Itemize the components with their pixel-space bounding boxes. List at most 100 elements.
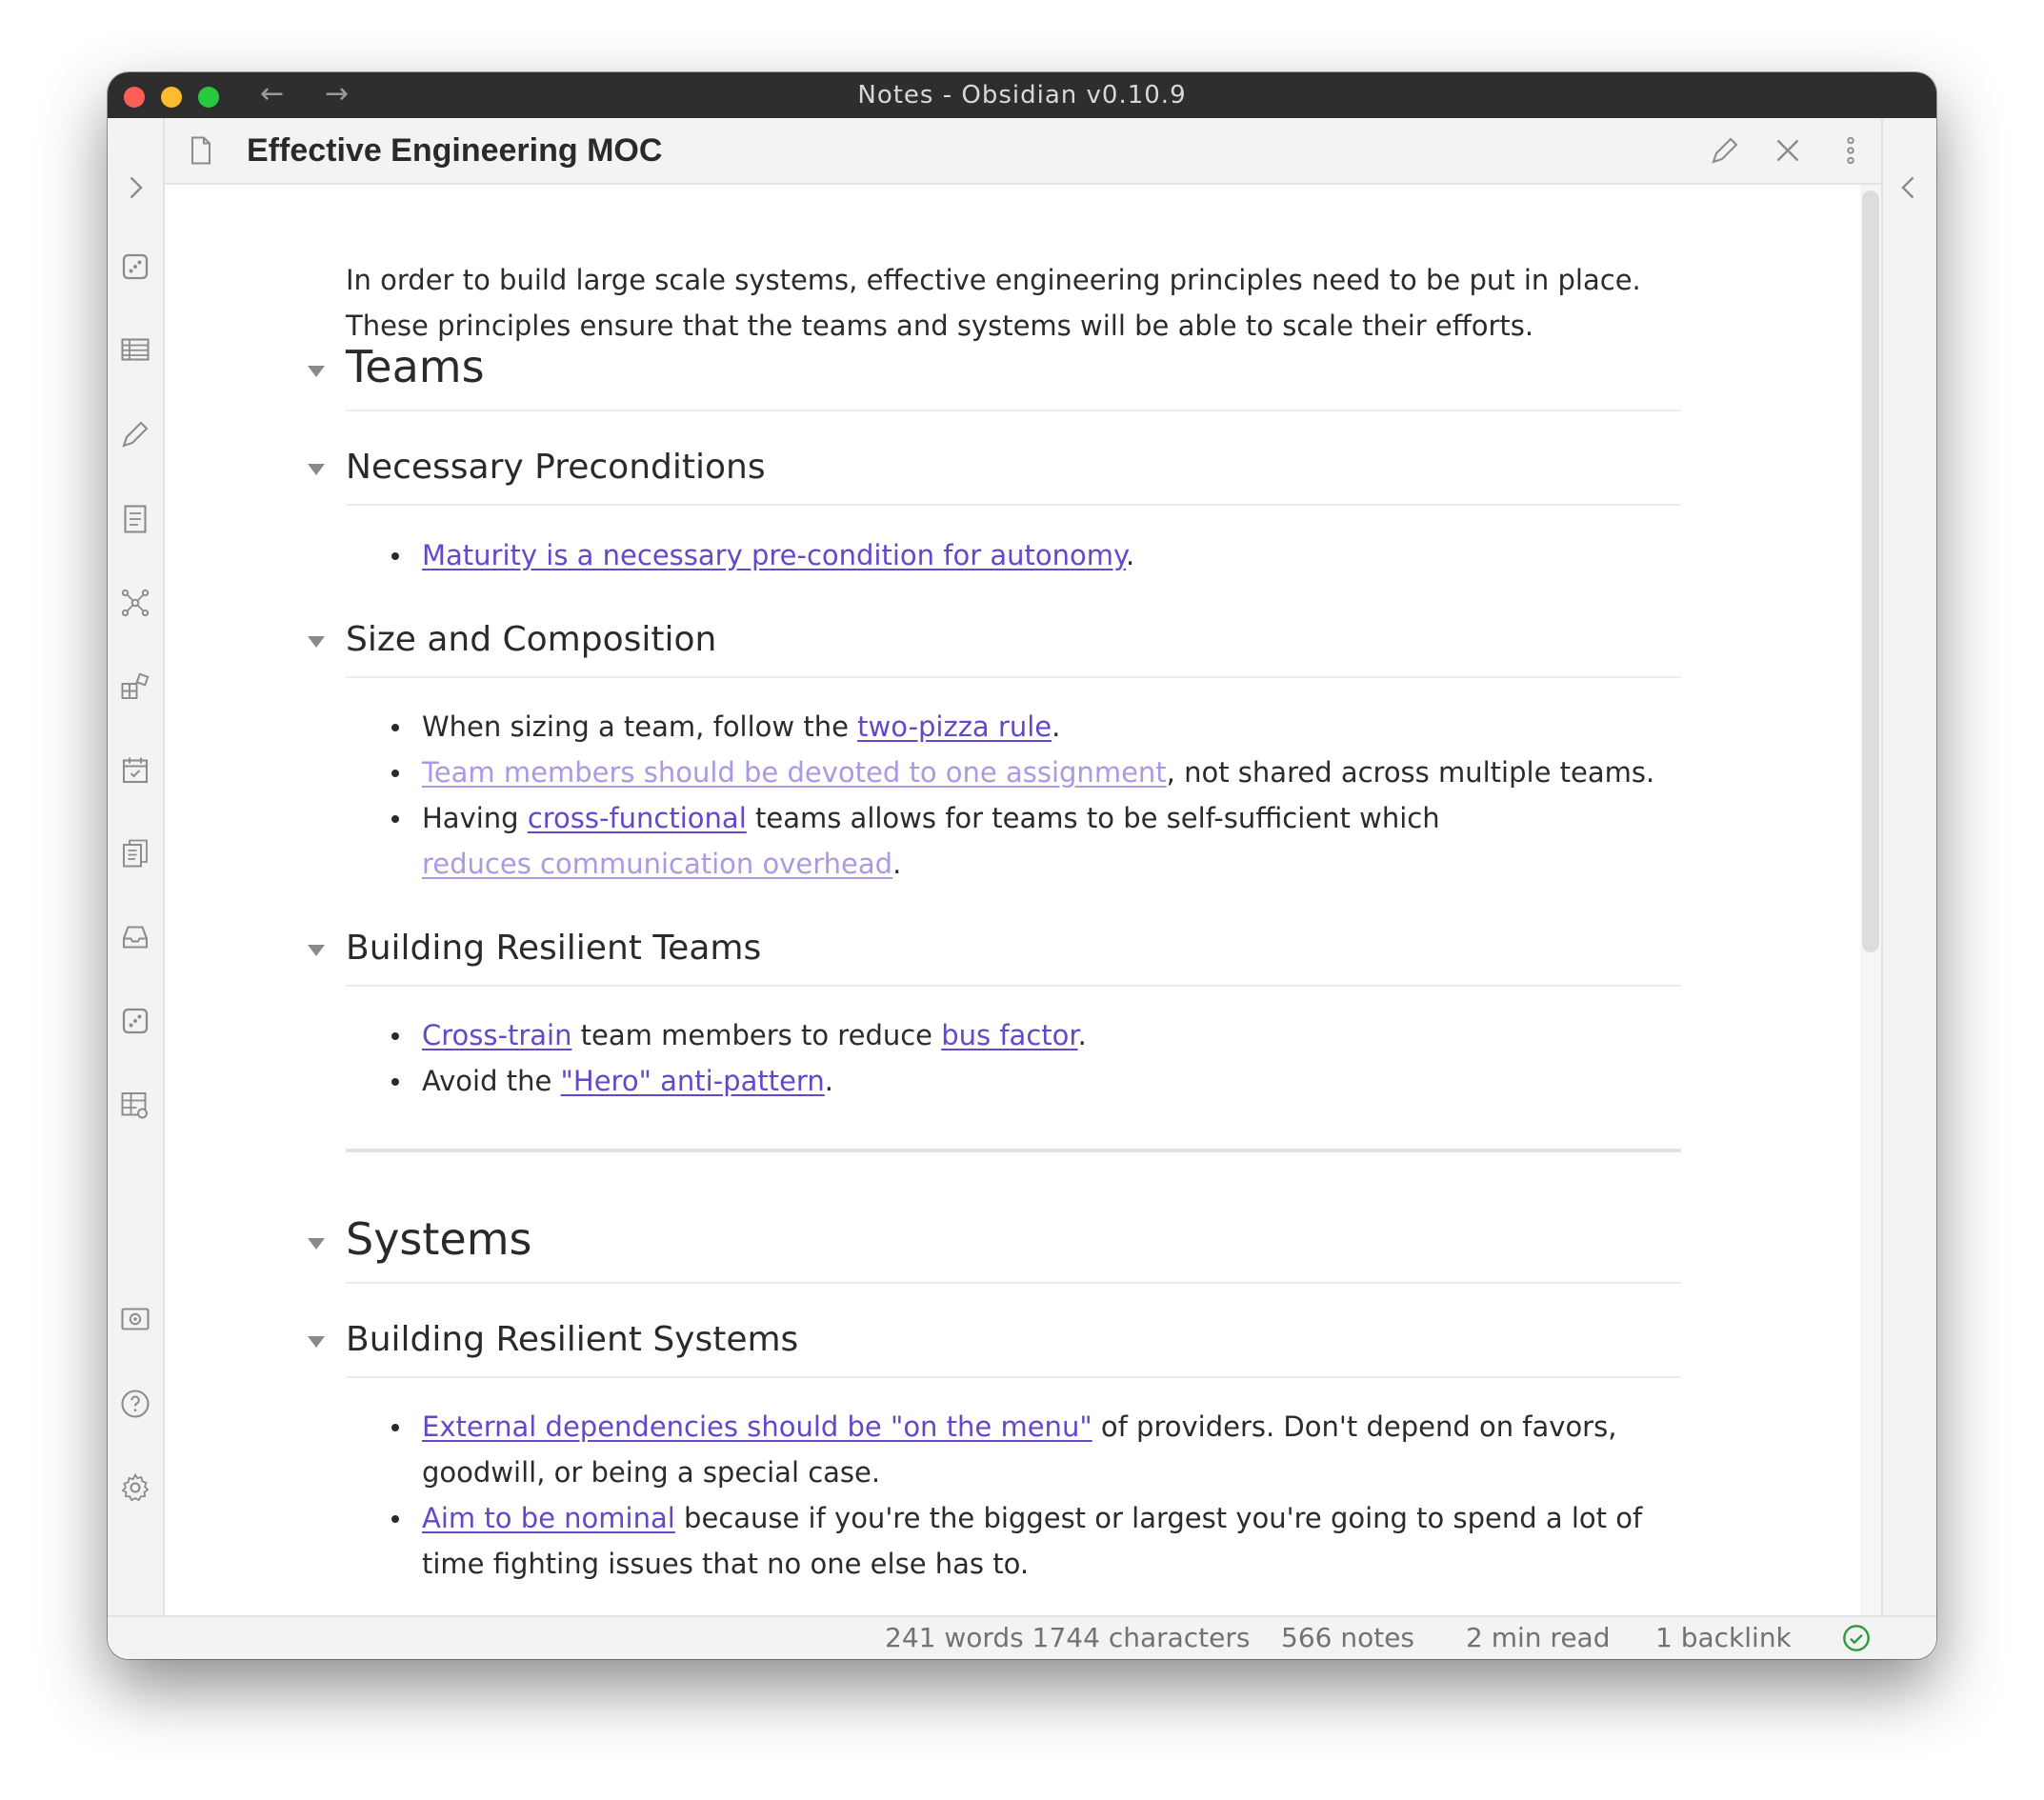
plugins-button[interactable] [115,667,155,707]
close-pane-button[interactable] [1767,130,1809,171]
text: , not shared across multiple teams. [1166,756,1655,789]
backlink-count[interactable]: 1 backlink [1655,1617,1792,1659]
templates-button[interactable] [115,833,155,873]
fold-toggle-icon[interactable] [308,464,325,475]
open-vault-button[interactable] [115,1299,155,1339]
random-note-button[interactable] [115,247,155,287]
table-settings-icon [121,1092,148,1119]
outline-button[interactable] [115,499,155,539]
list-item: Team members should be devoted to one as… [346,750,1681,795]
table-button[interactable] [115,330,155,370]
more-options-button[interactable] [1830,130,1872,171]
heading-size-text: Size and Composition [346,620,717,659]
left-ribbon [108,118,165,1659]
heading-resilient-systems-text: Building Resilient Systems [346,1320,799,1359]
text: Avoid the [422,1065,561,1097]
archive-button[interactable] [115,917,155,957]
fold-toggle-icon[interactable] [308,366,325,377]
window-title: Notes - Obsidian v0.10.9 [857,81,1187,110]
link-bus-factor[interactable]: bus factor [941,1019,1077,1051]
text: When sizing a team, follow the [422,710,858,743]
word-count: 241 words 1744 characters [885,1622,1251,1653]
intro-line-1: In order to build large scale systems, e… [346,264,1641,296]
list-item: When sizing a team, follow the two-pizza… [346,704,1681,750]
link-cross-functional[interactable]: cross-functional [528,802,747,834]
pane-header: Effective Engineering MOC [165,118,1881,185]
fold-toggle-icon[interactable] [308,945,325,956]
calendar-check-icon [122,757,149,784]
preconditions-list: Maturity is a necessary pre-condition fo… [346,532,1681,578]
file-icon [180,130,222,171]
size-composition-list: When sizing a team, follow the two-pizza… [346,704,1681,887]
link-maturity[interactable]: Maturity is a necessary pre-condition fo… [422,539,1126,571]
dice-icon [122,253,149,280]
resilient-teams-list: Cross-train team members to reduce bus f… [346,1012,1681,1104]
graph-view-button[interactable] [115,583,155,623]
scrollbar-thumb[interactable] [1862,190,1879,952]
link-team-members-devoted[interactable]: Team members should be devoted to one as… [422,756,1167,789]
vault-icon [121,1308,150,1330]
link-reduces-communication-overhead[interactable]: reduces communication overhead [422,848,892,880]
dice-icon [122,1008,149,1034]
expand-sidebar-button[interactable] [115,168,155,208]
heading-resilient-teams: Building Resilient Teams [308,922,1681,987]
more-vertical-icon [1847,136,1854,165]
fold-toggle-icon[interactable] [308,1336,325,1348]
edit-button[interactable] [115,414,155,454]
heading-systems: Systems [308,1206,1681,1284]
gear-icon [121,1472,150,1502]
title-bar: ← → Notes - Obsidian v0.10.9 [108,72,1936,118]
heading-preconditions: Necessary Preconditions [308,441,1681,506]
scrollbar[interactable] [1860,185,1881,1617]
heading-preconditions-text: Necessary Preconditions [346,448,766,487]
heading-resilient-teams-text: Building Resilient Teams [346,929,762,968]
list-item: Having cross-functional teams allows for… [346,795,1527,887]
text: Having [422,802,528,834]
help-icon [121,1390,150,1418]
fold-toggle-icon[interactable] [308,1238,325,1250]
note-title: Effective Engineering MOC [247,132,663,169]
check-circle-icon[interactable] [1841,1623,1872,1653]
link-cross-train[interactable]: Cross-train [422,1019,571,1051]
heading-teams: Teams [308,333,1681,411]
chevron-right-icon [130,176,143,199]
obsidian-window: ← → Notes - Obsidian v0.10.9 Effective E… [108,72,1936,1659]
text: . [824,1065,833,1097]
resilient-systems-list: External dependencies should be "on the … [346,1404,1681,1587]
graph-icon [121,589,150,617]
settings-button[interactable] [115,1468,155,1508]
heading-size-composition: Size and Composition [308,613,1681,678]
archive-icon [122,926,149,949]
link-two-pizza-rule[interactable]: two-pizza rule [857,710,1052,743]
link-hero-anti-pattern[interactable]: "Hero" anti-pattern [561,1065,825,1097]
read-time: 2 min read [1466,1622,1611,1653]
list-item: Cross-train team members to reduce bus f… [346,1012,1681,1058]
list-item: Maturity is a necessary pre-condition fo… [346,532,1681,578]
pencil-icon [1712,137,1738,164]
text: . [1052,710,1061,743]
horizontal-rule [346,1149,1681,1152]
status-bar: 241 words 1744 characters 566 notes 2 mi… [108,1615,1936,1659]
daily-note-button[interactable] [115,750,155,790]
expand-right-sidebar-button[interactable] [1889,168,1929,208]
documents-icon [123,839,148,868]
heading-teams-text: Teams [346,341,485,392]
pencil-icon [122,421,149,448]
random-note-2-button[interactable] [115,1001,155,1041]
document-list-icon [124,505,147,533]
link-aim-to-be-nominal[interactable]: Aim to be nominal [422,1502,675,1534]
note-content: In order to build large scale systems, e… [165,185,1881,1617]
edit-mode-button[interactable] [1704,130,1746,171]
right-ribbon [1881,118,1936,1659]
table-icon [121,338,150,361]
close-icon [1776,139,1799,162]
help-button[interactable] [115,1384,155,1424]
text: . [892,848,902,880]
note-count: 566 notes [1281,1622,1415,1653]
heading-systems-text: Systems [346,1213,532,1265]
link-external-dependencies[interactable]: External dependencies should be "on the … [422,1410,1092,1443]
table-settings-button[interactable] [115,1085,155,1125]
list-item: Avoid the "Hero" anti-pattern. [346,1058,1681,1104]
fold-toggle-icon[interactable] [308,636,325,648]
heading-resilient-systems: Building Resilient Systems [308,1313,1681,1378]
